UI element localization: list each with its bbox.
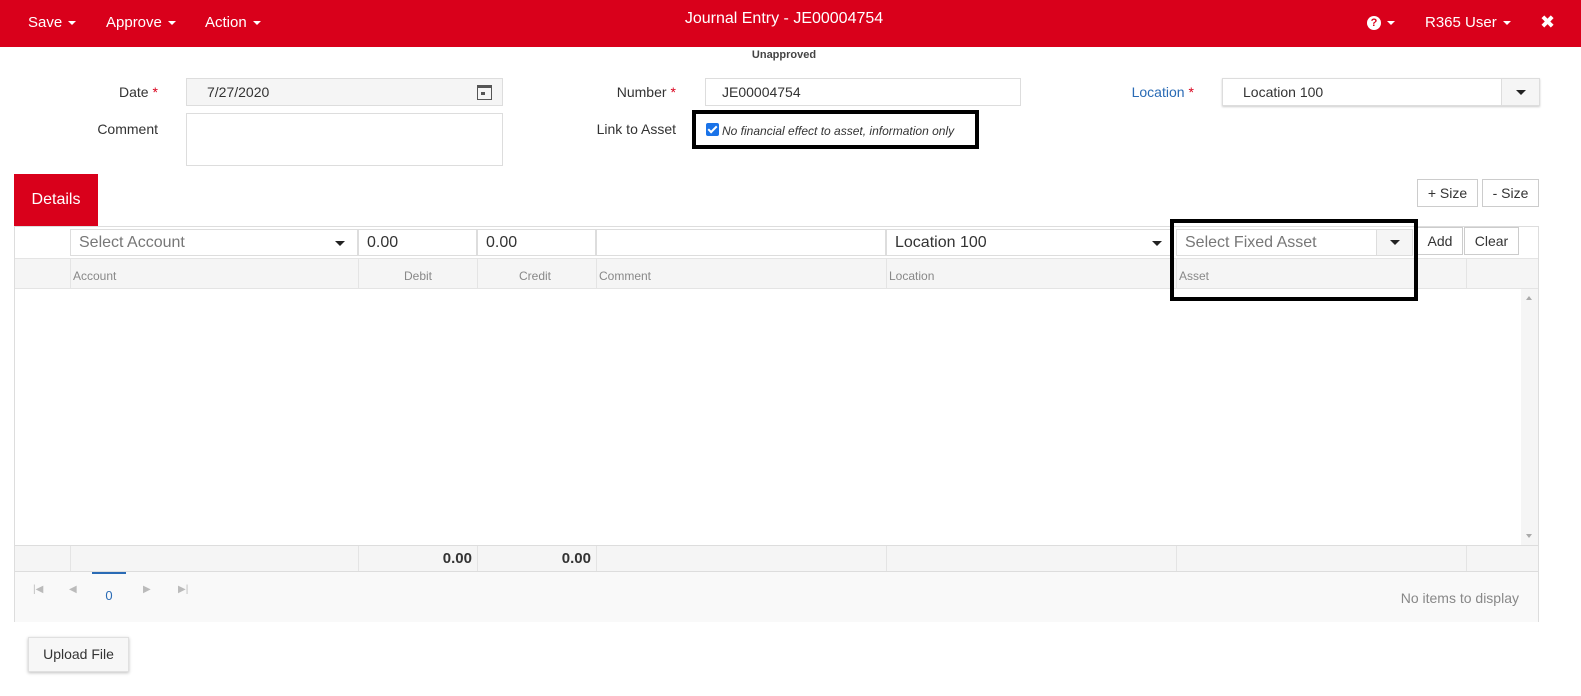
link-to-asset-label: Link to Asset — [596, 121, 676, 137]
column-header-account[interactable]: Account — [70, 259, 358, 289]
footer-cell — [1466, 546, 1521, 571]
chevron-down-icon — [1516, 90, 1526, 95]
chevron-down-icon — [335, 241, 345, 246]
add-button[interactable]: Add — [1417, 227, 1463, 255]
size-plus-button[interactable]: + Size — [1417, 179, 1478, 207]
location-input-select[interactable]: Location 100 — [886, 229, 1171, 256]
location-label[interactable]: Location * — [1100, 84, 1194, 100]
column-header-actions — [1466, 259, 1521, 289]
date-value: 7/27/2020 — [207, 84, 270, 100]
clear-button[interactable]: Clear — [1464, 227, 1519, 255]
link-to-asset-checkbox[interactable] — [706, 123, 719, 136]
chevron-down-icon — [1152, 241, 1162, 246]
user-name: R365 User — [1425, 14, 1497, 31]
comment-input[interactable] — [596, 229, 886, 256]
comment-label: Comment — [97, 121, 158, 137]
first-page-icon[interactable]: |◀ — [33, 584, 43, 595]
column-header-comment[interactable]: Comment — [596, 259, 886, 289]
location-value: Location 100 — [1243, 84, 1324, 100]
debit-total: 0.00 — [358, 546, 477, 571]
caret-down-icon — [1387, 21, 1395, 26]
caret-down-icon — [1502, 21, 1511, 26]
number-field[interactable]: JE00004754 — [705, 78, 1021, 106]
close-icon[interactable]: ✖ — [1540, 0, 1555, 47]
scroll-down-icon[interactable] — [1526, 534, 1532, 538]
location-select[interactable]: Location 100 — [1222, 78, 1540, 106]
page-number[interactable]: 0 — [92, 572, 126, 606]
previous-page-icon[interactable]: ◀ — [69, 584, 77, 595]
user-menu[interactable]: R365 User — [1425, 0, 1511, 47]
credit-total: 0.00 — [477, 546, 596, 571]
top-bar: Save Approve Action Journal Entry - JE00… — [0, 0, 1581, 47]
status-badge: Unapproved — [751, 49, 817, 61]
page-title: Journal Entry - JE00004754 — [684, 10, 884, 27]
column-header-location[interactable]: Location — [886, 259, 1176, 289]
account-placeholder: Select Account — [79, 234, 185, 251]
scroll-up-icon[interactable] — [1526, 296, 1532, 300]
help-menu[interactable]: ? — [1367, 0, 1395, 47]
last-page-icon[interactable]: ▶| — [178, 584, 188, 595]
date-field[interactable]: 7/27/2020 — [186, 78, 503, 106]
upload-file-button[interactable]: Upload File — [28, 637, 129, 672]
link-to-asset-checkbox-text: No financial effect to asset, informatio… — [722, 124, 955, 138]
fixed-asset-highlight — [1170, 219, 1418, 301]
credit-input[interactable]: 0.00 — [477, 229, 596, 256]
grid-body — [15, 289, 1538, 545]
footer-cell — [1176, 546, 1466, 571]
size-minus-button[interactable]: - Size — [1482, 179, 1539, 207]
question-circle-icon: ? — [1367, 16, 1381, 31]
footer-cell — [596, 546, 886, 571]
tab-details[interactable]: Details — [14, 174, 98, 226]
account-select[interactable]: Select Account — [70, 229, 358, 256]
column-header-debit[interactable]: Debit — [358, 259, 477, 289]
grid-pager: |◀ ◀ 0 ▶ ▶| No items to display — [15, 572, 1538, 622]
calendar-icon[interactable] — [477, 85, 492, 100]
footer-cell — [70, 546, 358, 571]
comment-field[interactable] — [186, 113, 503, 166]
next-page-icon[interactable]: ▶ — [143, 584, 151, 595]
debit-input[interactable]: 0.00 — [358, 229, 477, 256]
grid-footer: 0.00 0.00 — [15, 545, 1538, 572]
number-label: Number * — [616, 84, 676, 100]
location-input-value: Location 100 — [895, 234, 987, 251]
date-label: Date * — [118, 84, 158, 100]
grid-scrollbar[interactable] — [1521, 289, 1538, 545]
no-items-text: No items to display — [1400, 590, 1519, 606]
location-dropdown-button[interactable] — [1501, 79, 1539, 105]
footer-cell — [886, 546, 1176, 571]
column-header-credit[interactable]: Credit — [477, 259, 596, 289]
